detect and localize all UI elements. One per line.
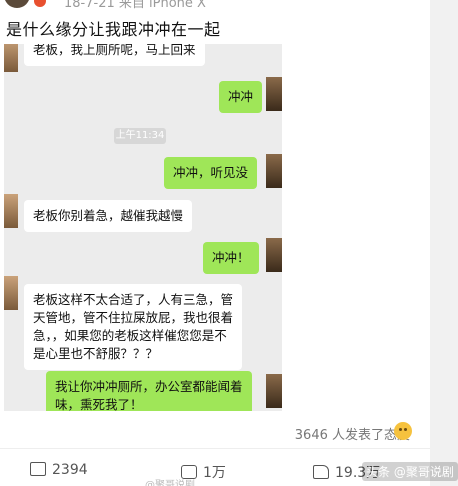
verified-badge-icon — [34, 0, 46, 7]
chat-message: 冲冲，听见没 — [164, 157, 258, 189]
chat-message-line: 我让你冲冲厕所，办公室都能闻着 — [55, 379, 243, 394]
chat-message: 老板这样不太合适了，人有三急，管 天管地，管不住拉屎放屁，我也很着 急，，如果您… — [24, 284, 243, 370]
sender-avatar-icon — [4, 194, 18, 228]
sender-avatar-icon — [4, 44, 18, 72]
chat-message: 老板你别着急，越催我越慢 — [24, 200, 193, 232]
post-meta: 18-7-21 来自 iPhone X — [0, 0, 430, 11]
chat-message-line: 是心里也不舒服？？？ — [33, 346, 159, 361]
chat-message: 冲冲 — [219, 81, 263, 113]
receiver-avatar-icon — [266, 238, 282, 272]
chat-message-line: 天管地，管不住拉屎放屁，我也很着 — [33, 310, 234, 325]
post-timestamp: 18-7-21 来自 iPhone X — [64, 0, 206, 11]
chat-time-chip: 上午11:34 — [114, 128, 166, 144]
chat-message: 我让你冲冲厕所，办公室都能闻着 味，熏死我了！ — [46, 371, 252, 411]
side-gutter — [430, 0, 458, 486]
receiver-avatar-icon — [266, 154, 282, 188]
reaction-count[interactable]: 3646 人发表了态度 — [295, 424, 410, 443]
watermark: 头条 @聚哥说剧 — [362, 462, 458, 481]
comment-count: 1万 — [203, 465, 226, 481]
thumbs-up-icon — [313, 465, 329, 479]
chat-message-line: 老板这样不太合适了，人有三急，管 — [33, 292, 234, 307]
avatar[interactable] — [4, 0, 30, 8]
share-icon — [30, 462, 46, 476]
chat-message-line: 急，，如果您的老板这样催您您是不 — [33, 328, 227, 343]
chat-message-line: 味，熏死我了！ — [55, 397, 143, 411]
watermark: @聚哥说剧 — [145, 480, 195, 486]
divider — [0, 448, 430, 449]
chat-screenshot-image[interactable]: 老板，我上厕所呢，马上回来 冲冲 上午11:34 冲冲，听见没 老板你别着急，越… — [4, 44, 282, 411]
post-text: 是什么缘分让我跟冲冲在一起 — [6, 20, 221, 39]
receiver-avatar-icon — [266, 374, 282, 408]
sender-avatar-icon — [4, 276, 18, 310]
share-count: 2394 — [52, 462, 88, 478]
chat-message: 老板，我上厕所呢，马上回来 — [24, 44, 205, 66]
share-button[interactable]: 2394 — [30, 462, 88, 478]
chat-message: 冲冲！ — [203, 242, 259, 274]
laugh-emoji-icon[interactable] — [394, 422, 412, 440]
receiver-avatar-icon — [266, 77, 282, 111]
